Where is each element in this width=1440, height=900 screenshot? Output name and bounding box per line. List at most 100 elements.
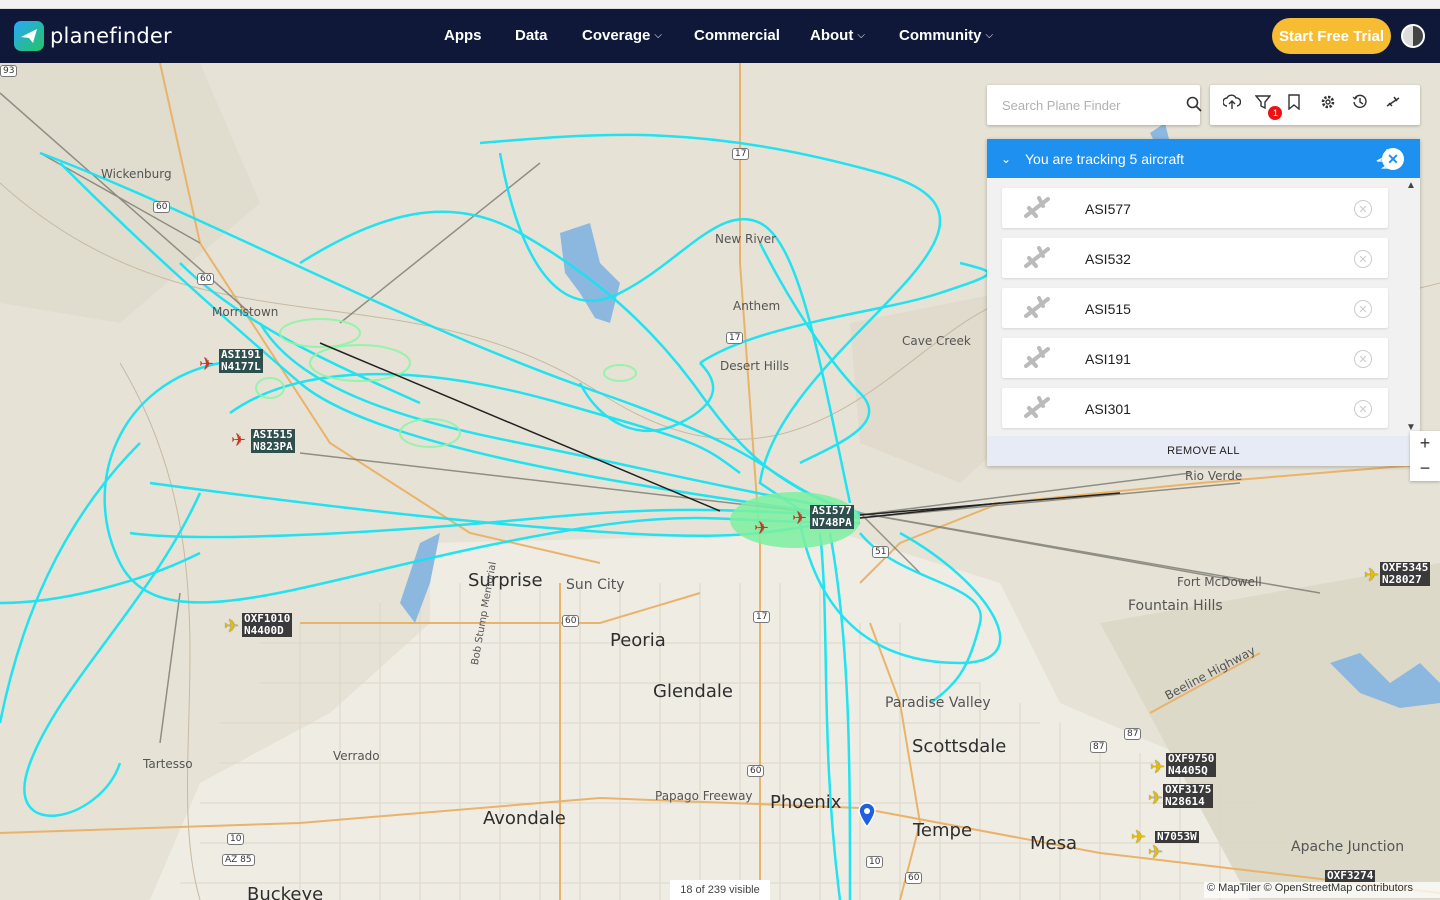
nav-coverage[interactable]: Coverage ⌵ [582,27,662,44]
browser-top-strip [0,0,1440,9]
aircraft-icon[interactable]: ✈ [199,355,214,373]
zoom-out-button[interactable]: − [1410,456,1440,481]
highway-shield: 93 [0,65,18,77]
planefinder-logo[interactable]: planefinder [14,21,172,51]
flight-map[interactable]: Wickenburg Morristown New River Anthem C… [0,63,1440,900]
remove-aircraft-button[interactable]: ✕ [1354,200,1372,218]
remove-all-button[interactable]: REMOVE ALL [987,436,1420,466]
place-label: Avondale [483,808,566,829]
filter-icon[interactable]: 1 [1255,94,1283,120]
zoom-control: + − [1410,431,1440,481]
tracked-aircraft-label: ASI532 [1085,251,1131,267]
aircraft-icon[interactable]: ✈ [1148,843,1163,861]
place-label: Sun City [566,577,625,593]
highway-shield: 60 [562,615,580,627]
aircraft-tag[interactable]: OXF3274 [1325,869,1376,882]
gear-icon[interactable] [1320,94,1342,116]
nav-data-label: Data [515,27,548,44]
nav-commercial-label: Commercial [694,27,780,44]
tracked-aircraft-item[interactable]: ASI577 ✕ [1002,188,1388,228]
top-navigation-bar: planefinder Apps Data Coverage ⌵ Commerci… [0,9,1440,63]
aircraft-icon[interactable]: ✈ [1148,789,1163,807]
tracking-title: You are tracking 5 aircraft [1025,150,1185,167]
nav-about-label: About [810,27,854,44]
tracked-aircraft-label: ASI301 [1085,401,1131,417]
aircraft-tag[interactable]: OXF3175 N28614 [1163,784,1214,808]
tracked-aircraft-list[interactable]: ASI577 ✕ ASI532 ✕ ASI515 ✕ ASI191 ✕ ASI3… [987,178,1420,436]
tracked-aircraft-item[interactable]: ASI191 ✕ [1002,338,1388,378]
start-free-trial-button[interactable]: Start Free Trial [1272,18,1391,54]
aircraft-icon[interactable]: ✈ [1131,828,1146,846]
callsign: OXF3274 [1327,869,1374,882]
place-label: Fort McDowell [1177,575,1262,589]
place-label: Anthem [733,299,781,313]
aircraft-tag[interactable]: ASI191 N4177L [219,349,263,373]
place-label: Desert Hills [720,359,789,373]
place-label: Glendale [653,681,733,702]
highway-shield: 60 [153,201,171,213]
filter-count-badge: 1 [1268,106,1283,120]
callsign: N7053W [1157,830,1197,843]
aircraft-icon[interactable]: ✈ [1150,758,1165,776]
aircraft-tag[interactable]: ASI515 N823PA [251,429,295,453]
aircraft-tag[interactable]: ASI577 N748PA [810,505,854,529]
aircraft-icon[interactable]: ✈ [1364,566,1379,584]
tracking-panel-header[interactable]: ⌄ You are tracking 5 aircraft ✕ [987,139,1420,178]
search-input[interactable] [1002,97,1162,113]
remove-aircraft-button[interactable]: ✕ [1354,400,1372,418]
tracked-aircraft-item[interactable]: ASI301 ✕ [1002,388,1388,428]
aircraft-icon[interactable]: ✈ [754,519,769,537]
user-avatar[interactable] [1401,24,1425,48]
cloud-upload-icon[interactable] [1223,94,1245,116]
highway-shield: 10 [866,856,884,868]
nav-apps[interactable]: Apps [444,27,482,44]
registration: N823PA [253,440,293,453]
aircraft-tag[interactable]: N7053W [1155,831,1199,843]
aircraft-tag[interactable]: OXF1010 N4400D [242,613,293,637]
highway-shield: 17 [726,332,744,344]
aircraft-icon[interactable]: ✈ [792,509,807,527]
highway-shield: 60 [747,765,765,777]
highway-shield: 60 [905,872,923,884]
remove-aircraft-button[interactable]: ✕ [1354,250,1372,268]
highway-shield: 87 [1090,741,1108,753]
tracking-list-scrollbar[interactable]: ▲ ▼ [1404,178,1418,436]
nav-commercial[interactable]: Commercial [694,27,780,44]
nav-community[interactable]: Community ⌵ [899,27,993,44]
remove-aircraft-button[interactable]: ✕ [1354,350,1372,368]
tracked-aircraft-item[interactable]: ASI515 ✕ [1002,288,1388,328]
highway-shield: 60 [197,273,215,285]
bookmark-icon[interactable] [1288,94,1310,116]
place-label: Scottsdale [912,736,1007,757]
search-box[interactable] [987,85,1202,125]
aircraft-tag[interactable]: OXF5345 N28027 [1380,562,1431,586]
place-label: Peoria [610,630,666,651]
aircraft-icon[interactable]: ✈ [231,431,246,449]
chevron-down-icon: ⌵ [857,30,865,41]
chevron-down-icon[interactable]: ⌄ [987,152,1025,166]
history-icon[interactable] [1352,94,1374,116]
highway-shield: 17 [732,148,750,160]
nav-community-label: Community [899,27,982,44]
place-label: New River [715,232,777,246]
nav-coverage-label: Coverage [582,27,651,44]
place-label: Buckeye [247,884,324,900]
aircraft-tag[interactable]: OXF9750 N4405Q [1166,753,1217,777]
scroll-up-icon[interactable]: ▲ [1406,180,1416,191]
close-tracking-button[interactable]: ✕ [1382,148,1404,170]
aircraft-icon[interactable]: ✈ [224,617,239,635]
tracked-aircraft-item[interactable]: ASI532 ✕ [1002,238,1388,278]
registration: N4400D [244,624,284,637]
brand-name: planefinder [50,24,172,48]
zoom-in-button[interactable]: + [1410,431,1440,456]
chevron-down-icon: ⌵ [654,30,662,41]
nav-data[interactable]: Data [515,27,548,44]
registration: N4405Q [1168,764,1208,777]
place-label: Paradise Valley [885,695,991,711]
map-attribution[interactable]: © MapTiler © OpenStreetMap contributors [1204,882,1440,898]
nav-about[interactable]: About ⌵ [810,27,865,44]
tracking-panel: ⌄ You are tracking 5 aircraft ✕ ASI577 ✕… [987,139,1420,466]
remove-aircraft-button[interactable]: ✕ [1354,300,1372,318]
plane-settings-icon[interactable] [1385,94,1407,116]
place-label: Cave Creek [902,334,971,348]
